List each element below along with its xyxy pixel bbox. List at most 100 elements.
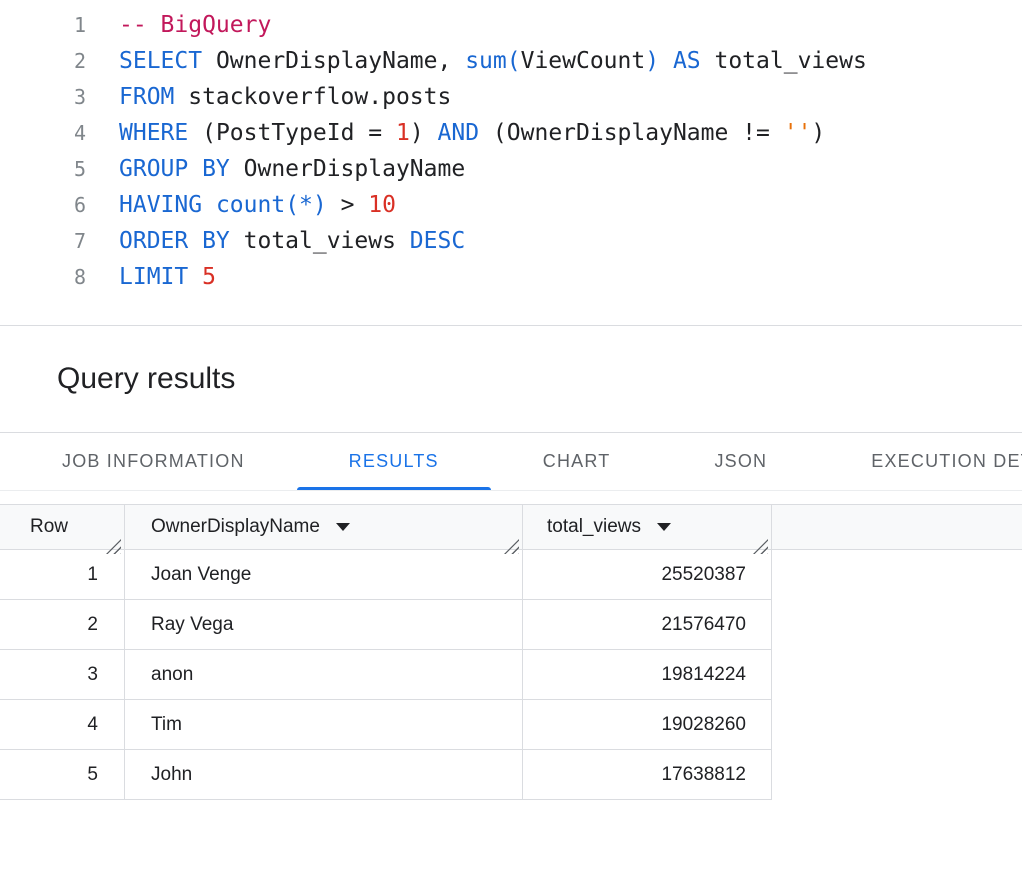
code-token-fn: count(*) [216, 192, 327, 218]
tab-label: RESULTS [349, 451, 439, 472]
line-number: 1 [0, 13, 86, 37]
code-token-kw: SELECT [119, 48, 202, 74]
cell-owner-display-name: Joan Venge [124, 550, 522, 599]
results-tab-bar: JOB INFORMATION RESULTS CHART JSON EXECU… [0, 433, 1022, 491]
column-header-label: OwnerDisplayName [151, 516, 320, 538]
code-token-plain [659, 48, 673, 74]
cell-row-number: 1 [0, 550, 124, 599]
code-line: 6 HAVING count(*) > 10 [0, 187, 1022, 223]
code-token-plain: ) [410, 120, 438, 146]
code-line: 5 GROUP BY OwnerDisplayName [0, 151, 1022, 187]
bigquery-query-panel: 1 -- BigQuery 2 SELECT OwnerDisplayName,… [0, 0, 1022, 800]
code-token-num: 5 [202, 264, 216, 290]
code-token-plain: OwnerDisplayName [230, 156, 465, 182]
cell-total-views: 21576470 [522, 600, 772, 649]
line-number: 5 [0, 157, 86, 181]
table-row: 4 Tim 19028260 [0, 700, 772, 750]
cell-row-number: 5 [0, 750, 124, 799]
line-number: 8 [0, 265, 86, 289]
code-token-num: 1 [396, 120, 410, 146]
cell-owner-display-name: John [124, 750, 522, 799]
column-resize-handle[interactable] [504, 539, 519, 554]
tab-job-information[interactable]: JOB INFORMATION [10, 433, 297, 490]
line-number: 4 [0, 121, 86, 145]
code-token-plain: OwnerDisplayName, [202, 48, 465, 74]
code-line: 4 WHERE (PostTypeId = 1) AND (OwnerDispl… [0, 115, 1022, 151]
line-number: 6 [0, 193, 86, 217]
line-number: 3 [0, 85, 86, 109]
cell-total-views: 19814224 [522, 650, 772, 699]
code-token-kw: AND [438, 120, 480, 146]
code-text: WHERE (PostTypeId = 1) AND (OwnerDisplay… [86, 120, 825, 146]
sql-editor-lines: 1 -- BigQuery 2 SELECT OwnerDisplayName,… [0, 7, 1022, 295]
header-filler [772, 505, 1022, 549]
cell-total-views: 17638812 [522, 750, 772, 799]
code-text: GROUP BY OwnerDisplayName [86, 156, 465, 182]
tab-results[interactable]: RESULTS [297, 433, 491, 490]
results-table: Row OwnerDisplayName total_views 1 Joan … [0, 504, 1022, 800]
code-text: -- BigQuery [86, 12, 271, 38]
table-row: 3 anon 19814224 [0, 650, 772, 700]
code-text: FROM stackoverflow.posts [86, 84, 451, 110]
code-token-plain [202, 192, 216, 218]
cell-row-number: 3 [0, 650, 124, 699]
line-number: 7 [0, 229, 86, 253]
code-text: HAVING count(*) > 10 [86, 192, 396, 218]
tab-label: JOB INFORMATION [62, 451, 245, 472]
code-text: LIMIT 5 [86, 264, 216, 290]
code-token-plain: (OwnerDisplayName != [479, 120, 784, 146]
column-header-label: Row [30, 516, 68, 538]
code-token-plain: > [327, 192, 369, 218]
code-line: 7 ORDER BY total_views DESC [0, 223, 1022, 259]
code-token-kw: DESC [410, 228, 465, 254]
code-token-kw: WHERE [119, 120, 188, 146]
results-table-body: 1 Joan Venge 25520387 2 Ray Vega 2157647… [0, 550, 1022, 800]
code-token-kw: FROM [119, 84, 174, 110]
code-token-kw: LIMIT [119, 264, 188, 290]
tab-label: CHART [543, 451, 611, 472]
code-text: SELECT OwnerDisplayName, sum(ViewCount) … [86, 48, 867, 74]
query-results-header: Query results [0, 326, 1022, 433]
cell-total-views: 19028260 [522, 700, 772, 749]
header-cell-total-views: total_views [522, 505, 772, 549]
header-cell-row: Row [0, 505, 124, 549]
query-results-title: Query results [57, 362, 235, 396]
column-resize-handle[interactable] [106, 539, 121, 554]
code-token-plain: total_views [230, 228, 410, 254]
code-line: 2 SELECT OwnerDisplayName, sum(ViewCount… [0, 43, 1022, 79]
code-token-plain: ViewCount [521, 48, 646, 74]
code-token-kw: GROUP BY [119, 156, 230, 182]
column-menu-dropdown-icon[interactable] [657, 523, 671, 531]
code-token-plain: total_views [701, 48, 867, 74]
sql-editor[interactable]: 1 -- BigQuery 2 SELECT OwnerDisplayName,… [0, 0, 1022, 326]
code-token-comment: -- BigQuery [119, 12, 271, 38]
code-token-plain: stackoverflow.posts [174, 84, 451, 110]
results-table-header: Row OwnerDisplayName total_views [0, 504, 1022, 550]
tab-execution-details[interactable]: EXECUTION DETAILS [819, 433, 1022, 490]
tab-label: EXECUTION DETAILS [871, 451, 1022, 472]
tab-json[interactable]: JSON [662, 433, 819, 490]
column-menu-dropdown-icon[interactable] [336, 523, 350, 531]
tab-chart[interactable]: CHART [491, 433, 663, 490]
column-resize-handle[interactable] [753, 539, 768, 554]
code-token-fn: sum( [465, 48, 520, 74]
code-token-str: '' [784, 120, 812, 146]
code-token-kw: AS [673, 48, 701, 74]
table-row: 2 Ray Vega 21576470 [0, 600, 772, 650]
code-token-plain: ) [811, 120, 825, 146]
code-line: 1 -- BigQuery [0, 7, 1022, 43]
line-number: 2 [0, 49, 86, 73]
code-text: ORDER BY total_views DESC [86, 228, 465, 254]
code-token-kw: HAVING [119, 192, 202, 218]
cell-owner-display-name: Tim [124, 700, 522, 749]
tab-label: JSON [714, 451, 767, 472]
cell-row-number: 4 [0, 700, 124, 749]
cell-total-views: 25520387 [522, 550, 772, 599]
code-token-kw: ORDER BY [119, 228, 230, 254]
code-line: 8 LIMIT 5 [0, 259, 1022, 295]
header-cell-ownerdisplayname: OwnerDisplayName [124, 505, 522, 549]
code-line: 3 FROM stackoverflow.posts [0, 79, 1022, 115]
table-row: 5 John 17638812 [0, 750, 772, 800]
code-token-num: 10 [368, 192, 396, 218]
cell-row-number: 2 [0, 600, 124, 649]
